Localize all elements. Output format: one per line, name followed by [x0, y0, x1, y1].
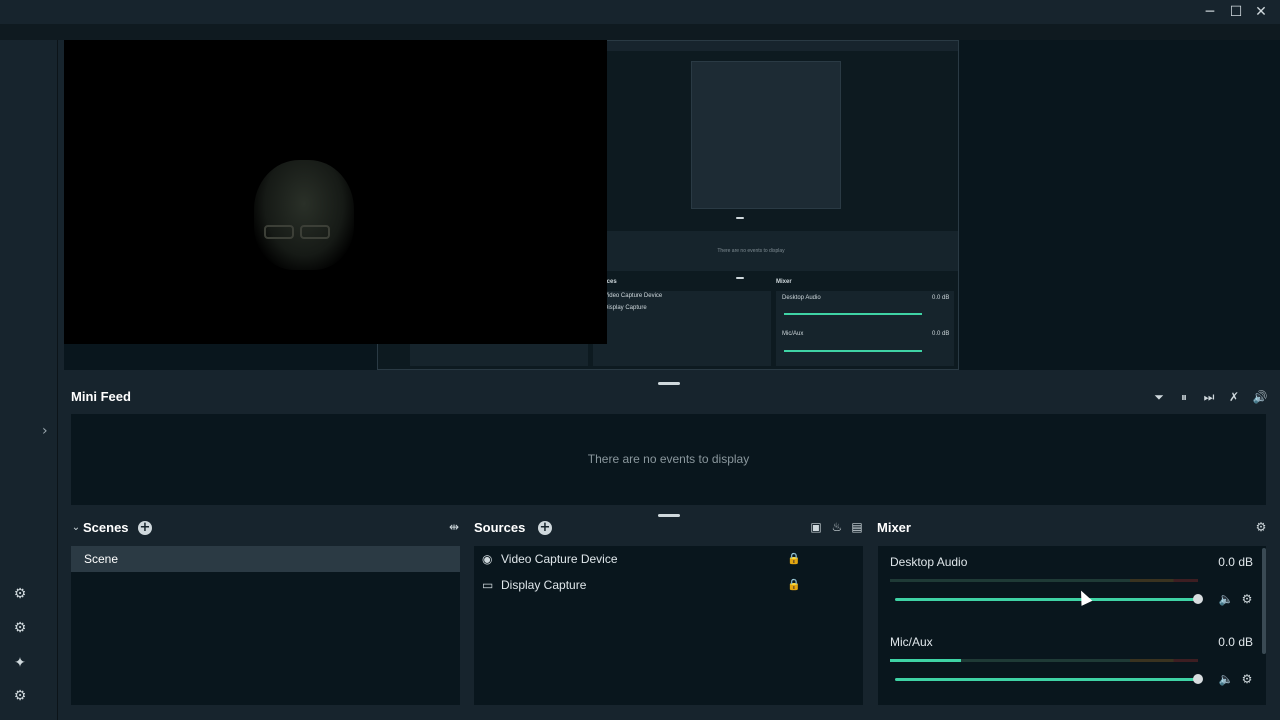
- webcam-glasses: [264, 225, 334, 241]
- nested-mixer-slider: [784, 313, 922, 315]
- monitor-icon: ▭: [482, 578, 494, 592]
- channel-gear-icon[interactable]: ⚙: [1239, 671, 1255, 687]
- layout-editor-icon[interactable]: ⚙: [10, 618, 30, 638]
- close-button[interactable]: ✕: [1249, 2, 1273, 22]
- nested-divider-handle-2: [736, 277, 744, 279]
- mixer-title: Mixer: [877, 520, 911, 535]
- maximize-button[interactable]: ☐: [1224, 2, 1248, 22]
- transitions-icon[interactable]: ⇹: [445, 518, 463, 536]
- volume-slider[interactable]: [895, 594, 1203, 604]
- scenes-title: Scenes: [83, 520, 129, 535]
- mute-icon[interactable]: 🔈: [1218, 671, 1234, 687]
- sources-list: ◉ Video Capture Device 🔒 ▭ Display Captu…: [474, 546, 863, 705]
- title-bar: ─ ☐ ✕: [0, 0, 1280, 24]
- nested-mixer-db: 0.0 dB: [932, 295, 950, 301]
- source-item-video-capture[interactable]: ◉ Video Capture Device 🔒: [474, 546, 863, 572]
- audio-level-fill: [890, 659, 961, 662]
- nested-sources-panel: [593, 291, 771, 366]
- filter-icon[interactable]: ⏷: [1150, 388, 1168, 406]
- mixer-channel-name: Mic/Aux: [890, 635, 933, 649]
- channel-gear-icon[interactable]: ⚙: [1239, 591, 1255, 607]
- mini-feed-list: There are no events to display: [71, 414, 1266, 505]
- studio-mode-icon[interactable]: ⚙: [10, 584, 30, 604]
- nested-mixer-title: Mixer: [776, 279, 792, 285]
- sources-title: Sources: [474, 520, 526, 535]
- mini-feed-header: Mini Feed ⏷ ⏸ ⏭ ✗ 🔊: [64, 386, 1280, 408]
- mixer-channel-name: Desktop Audio: [890, 555, 968, 569]
- source-label: Video Capture Device: [501, 552, 618, 566]
- nested-source-item: Video Capture Device: [604, 293, 663, 299]
- left-nav-rail: › ⚙ ⚙ ✦ ⚙: [0, 40, 58, 720]
- mute-icon[interactable]: 🔈: [1218, 591, 1234, 607]
- volume-slider[interactable]: [895, 674, 1203, 684]
- volume-slider-knob[interactable]: [1193, 674, 1203, 684]
- add-scene-icon[interactable]: +: [138, 521, 152, 535]
- webcam-overlay: [64, 40, 607, 344]
- preview-divider-handle[interactable]: [658, 382, 680, 385]
- nested-mixer-name: Desktop Audio: [782, 295, 821, 301]
- add-folder-icon[interactable]: ▤: [848, 518, 866, 536]
- mini-feed-empty-text: There are no events to display: [587, 452, 750, 466]
- mini-feed-title: Mini Feed: [71, 389, 131, 404]
- stream-preview[interactable]: There are no events to display Sources M…: [64, 40, 1280, 370]
- mixer-panel: Desktop Audio 0.0 dB 🔈 ⚙ Mic/Aux 0.0 dB …: [878, 546, 1266, 705]
- audio-level-meter: [890, 659, 1198, 662]
- source-audio-icon[interactable]: ♨: [828, 518, 846, 536]
- audio-level-meter: [890, 579, 1198, 582]
- mute-alerts-icon[interactable]: ✗: [1225, 388, 1243, 406]
- mixer-channel-db: 0.0 dB: [1218, 555, 1253, 569]
- nested-mixer-panel: [776, 291, 954, 366]
- minimize-button[interactable]: ─: [1198, 2, 1222, 22]
- volume-slider-knob[interactable]: [1193, 594, 1203, 604]
- scenes-list: Scene: [71, 546, 460, 705]
- nested-divider-handle: [736, 217, 744, 219]
- mixer-scrollbar[interactable]: [1262, 548, 1266, 654]
- source-properties-icon[interactable]: ▣: [807, 518, 825, 536]
- skip-icon[interactable]: ⏭: [1200, 388, 1218, 406]
- feed-divider-handle[interactable]: [658, 514, 680, 517]
- lock-icon[interactable]: 🔒: [787, 546, 801, 572]
- add-source-icon[interactable]: +: [538, 521, 552, 535]
- mixer-settings-icon[interactable]: ⚙: [1252, 518, 1270, 536]
- webcam-icon: ◉: [482, 552, 493, 566]
- volume-icon[interactable]: 🔊: [1251, 388, 1269, 406]
- mixer-channel-db: 0.0 dB: [1218, 635, 1253, 649]
- nested-mixer-name: Mic/Aux: [782, 331, 804, 337]
- nested-mixer-db: 0.0 dB: [932, 331, 950, 337]
- nested-source-item: Display Capture: [604, 305, 647, 311]
- themes-icon[interactable]: ✦: [10, 653, 30, 673]
- source-label: Display Capture: [501, 578, 587, 592]
- nested-mixer-slider: [784, 350, 922, 352]
- nested-inner-capture: [691, 61, 841, 209]
- settings-icon[interactable]: ⚙: [10, 686, 30, 706]
- menu-bar: [0, 24, 1280, 40]
- webcam-person: [254, 160, 354, 270]
- lock-icon[interactable]: 🔒: [787, 572, 801, 598]
- streamlabs-window: ─ ☐ ✕ › ⚙ ⚙ ✦ ⚙ There are no events to d…: [0, 0, 1280, 720]
- scene-item[interactable]: Scene: [71, 546, 460, 572]
- expand-panel-icon[interactable]: ›: [42, 423, 48, 439]
- source-item-display-capture[interactable]: ▭ Display Capture 🔒: [474, 572, 863, 598]
- pause-icon[interactable]: ⏸: [1175, 388, 1193, 406]
